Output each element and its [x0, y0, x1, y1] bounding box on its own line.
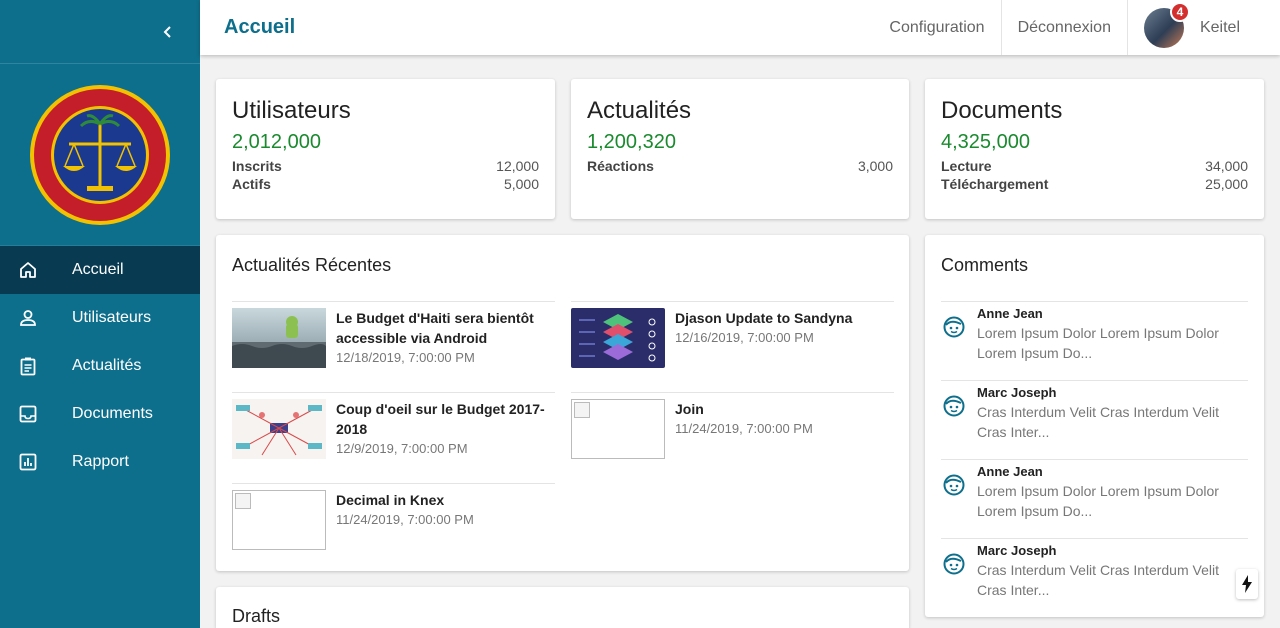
stat-card-actualites: Actualités 1,200,320 Réactions 3,000: [571, 79, 909, 219]
top-header: Accueil Configuration Déconnexion 4 Keit…: [200, 0, 1280, 55]
news-item[interactable]: Djason Update to Sandyna 12/16/2019, 7:0…: [571, 301, 894, 392]
configuration-link[interactable]: Configuration: [873, 0, 1002, 55]
face-icon: [943, 553, 965, 575]
stat-row-label: Lecture: [941, 158, 992, 174]
stat-row: Actifs 5,000: [232, 176, 539, 192]
sidebar-item-actualites[interactable]: Actualités: [0, 342, 200, 390]
comment-author: Anne Jean: [977, 306, 1043, 321]
sidebar-header: [0, 0, 200, 64]
stat-row-value: 34,000: [1205, 158, 1248, 174]
collapse-sidebar-button[interactable]: [156, 20, 180, 44]
stat-row-value: 3,000: [857, 158, 893, 174]
broken-image-thumbnail: [571, 399, 665, 459]
android-news-thumbnail: [232, 308, 326, 368]
home-icon: [18, 260, 38, 280]
stat-row-value: 12,000: [496, 158, 539, 174]
face-icon: [943, 316, 965, 338]
sidebar-item-label: Accueil: [72, 261, 124, 278]
notification-badge: 4: [1169, 1, 1190, 22]
recent-news-card: Actualités Récentes Le Budget d'Haiti se…: [216, 235, 909, 571]
news-item[interactable]: Le Budget d'Haiti sera bientôt accessibl…: [232, 301, 555, 392]
user-menu[interactable]: 4 Keitel: [1128, 0, 1280, 55]
lightning-bolt-icon: [1242, 575, 1252, 593]
stat-row-label: Inscrits: [232, 158, 282, 174]
stat-row-label: Téléchargement: [941, 176, 1049, 192]
comment-text: Cras Interdum Velit Cras Interdum Velit …: [977, 562, 1219, 598]
stat-value: 4,325,000: [941, 131, 1030, 153]
broken-image-thumbnail: [232, 490, 326, 550]
news-date: 12/9/2019, 7:00:00 PM: [336, 441, 468, 456]
stat-title: Documents: [941, 97, 1063, 124]
comment-text: Lorem Ipsum Dolor Lorem Ipsum Dolor Lore…: [977, 483, 1219, 519]
person-icon: [18, 308, 38, 328]
avatar[interactable]: 4: [1143, 1, 1190, 48]
stat-title: Actualités: [587, 97, 692, 124]
sidebar-item-rapport[interactable]: Rapport: [0, 438, 200, 486]
news-item[interactable]: Decimal in Knex 11/24/2019, 7:00:00 PM: [232, 483, 555, 574]
stat-value: 2,012,000: [232, 131, 321, 153]
news-title: Join: [675, 401, 704, 417]
inbox-icon: [18, 404, 38, 424]
clipboard-icon: [18, 356, 38, 376]
news-title: Coup d'oeil sur le Budget 2017-2018: [336, 401, 545, 437]
section-title: Comments: [941, 255, 1029, 275]
stat-row: Téléchargement 25,000: [941, 176, 1248, 192]
drafts-card: Drafts: [216, 587, 909, 628]
stat-row-label: Actifs: [232, 176, 271, 192]
news-title: Le Budget d'Haiti sera bientôt accessibl…: [336, 310, 534, 346]
stat-card-utilisateurs: Utilisateurs 2,012,000 Inscrits 12,000 A…: [216, 79, 555, 219]
sidebar-item-label: Actualités: [72, 357, 142, 374]
sidebar-item-documents[interactable]: Documents: [0, 390, 200, 438]
infographic-thumbnail: [571, 308, 665, 368]
comment-author: Marc Joseph: [977, 385, 1057, 400]
news-item[interactable]: Coup d'oeil sur le Budget 2017-2018 12/9…: [232, 392, 555, 483]
stat-row: Réactions 3,000: [587, 158, 893, 174]
stat-row: Lecture 34,000: [941, 158, 1248, 174]
comment-author: Marc Joseph: [977, 543, 1057, 558]
face-icon: [943, 395, 965, 417]
sidebar-item-label: Utilisateurs: [72, 309, 152, 326]
news-date: 12/16/2019, 7:00:00 PM: [675, 330, 814, 345]
comment-item[interactable]: Anne Jean Lorem Ipsum Dolor Lorem Ipsum …: [941, 301, 1248, 380]
comment-text: Lorem Ipsum Dolor Lorem Ipsum Dolor Lore…: [977, 325, 1219, 361]
news-item[interactable]: Join 11/24/2019, 7:00:00 PM: [571, 392, 894, 483]
sidebar-item-label: Rapport: [72, 453, 129, 470]
news-title: Djason Update to Sandyna: [675, 310, 853, 326]
stat-row: Inscrits 12,000: [232, 158, 539, 174]
budget-seal-logo: [30, 84, 170, 225]
news-date: 11/24/2019, 7:00:00 PM: [336, 512, 474, 527]
comments-card: Comments Anne Jean Lorem Ipsum Dolor Lor…: [925, 235, 1264, 617]
comment-author: Anne Jean: [977, 464, 1043, 479]
news-title: Decimal in Knex: [336, 492, 445, 508]
sidebar-item-label: Documents: [72, 405, 153, 422]
logo-area: [0, 64, 200, 246]
face-icon: [943, 474, 965, 496]
bar-chart-icon: [18, 452, 38, 472]
stat-row-value: 25,000: [1205, 176, 1248, 192]
sidebar-item-accueil[interactable]: Accueil: [0, 246, 200, 294]
mindmap-thumbnail: [232, 399, 326, 459]
comment-item[interactable]: Marc Joseph Cras Interdum Velit Cras Int…: [941, 380, 1248, 459]
stat-card-documents: Documents 4,325,000 Lecture 34,000 Téléc…: [925, 79, 1264, 219]
comment-item[interactable]: Marc Joseph Cras Interdum Velit Cras Int…: [941, 538, 1248, 617]
stat-title: Utilisateurs: [232, 97, 351, 124]
comment-item[interactable]: Anne Jean Lorem Ipsum Dolor Lorem Ipsum …: [941, 459, 1248, 538]
chevron-left-icon: [163, 26, 171, 38]
sidebar-item-utilisateurs[interactable]: Utilisateurs: [0, 294, 200, 342]
logout-link[interactable]: Déconnexion: [1002, 0, 1128, 55]
sidebar-nav: Accueil Utilisateurs Actualités Document…: [0, 246, 200, 486]
comment-text: Cras Interdum Velit Cras Interdum Velit …: [977, 404, 1219, 440]
page-title: Accueil: [224, 16, 296, 38]
quick-action-button[interactable]: [1236, 569, 1258, 599]
section-title: Actualités Récentes: [232, 255, 392, 275]
sidebar: Accueil Utilisateurs Actualités Document…: [0, 0, 200, 628]
news-date: 12/18/2019, 7:00:00 PM: [336, 350, 475, 365]
section-title: Drafts: [232, 606, 281, 626]
stat-row-value: 5,000: [503, 176, 539, 192]
stat-row-label: Réactions: [587, 158, 654, 174]
user-name: Keitel: [1199, 18, 1240, 36]
stat-value: 1,200,320: [587, 131, 676, 153]
news-date: 11/24/2019, 7:00:00 PM: [675, 421, 813, 436]
